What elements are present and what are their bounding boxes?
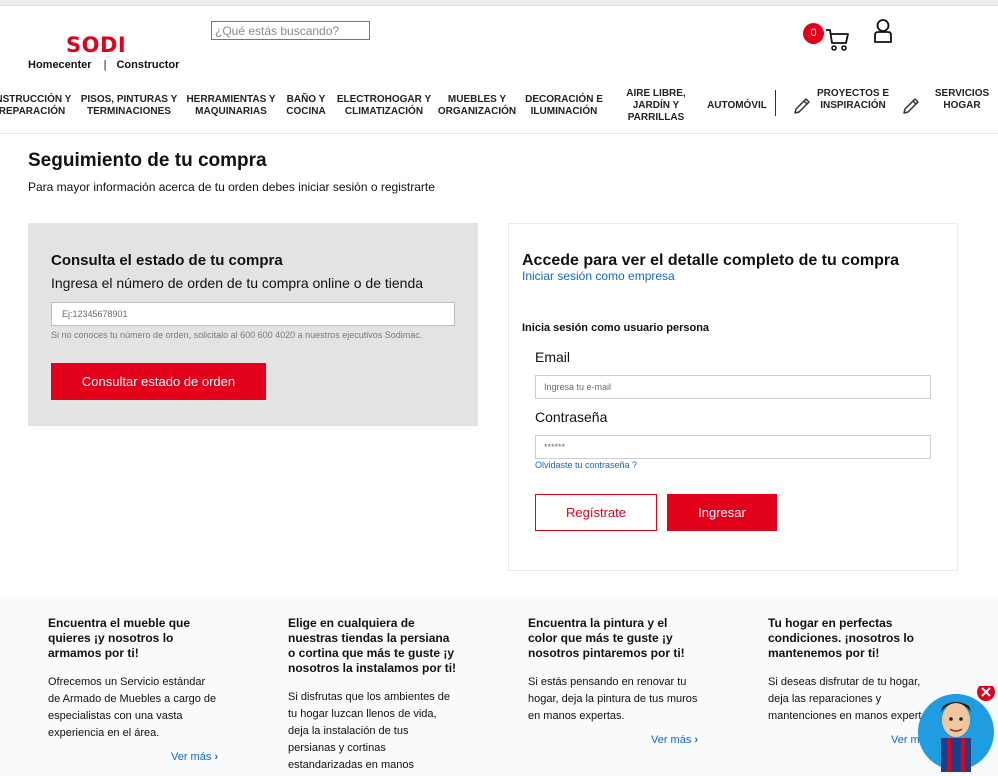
nav-item-proyectos[interactable]: PROYECTOS E INSPIRACIÓN bbox=[814, 84, 892, 116]
nav-item-muebles[interactable]: MUEBLES Y ORGANIZACIÓN bbox=[434, 84, 520, 128]
password-field[interactable] bbox=[535, 435, 931, 459]
service-title: Encuentra la pintura y el color que más … bbox=[528, 616, 685, 660]
persona-login-label: Inicia sesión como usuario persona bbox=[522, 322, 710, 334]
forgot-password-link[interactable]: Olvidaste tu contraseña ? bbox=[535, 460, 637, 470]
constructor-link[interactable]: Constructor bbox=[116, 59, 179, 71]
sodimac-logo[interactable]: SODI bbox=[66, 33, 126, 57]
service-description: Si disfrutas que los ambientes de tu hog… bbox=[288, 691, 451, 771]
login-panel-title: Accede para ver el detalle completo de t… bbox=[522, 252, 900, 269]
nav-item-aire-libre[interactable]: AIRE LIBRE, JARDÍN Y PARRILLAS bbox=[614, 84, 698, 128]
login-panel: Accede para ver el detalle completo de t… bbox=[508, 223, 958, 571]
user-account-icon[interactable] bbox=[873, 18, 893, 44]
nav-item-bano-cocina[interactable]: BAÑO Y COCINA bbox=[280, 84, 332, 128]
service-title: Encuentra el mueble que quieres ¡y nosot… bbox=[48, 616, 191, 660]
service-title: Elige en cualquiera de nuestras tiendas … bbox=[288, 616, 457, 675]
order-hint: Si no conoces tu número de orden, solici… bbox=[51, 330, 423, 340]
register-button[interactable]: Regístrate bbox=[535, 494, 657, 531]
company-login-link[interactable]: Iniciar sesión como empresa bbox=[522, 269, 675, 283]
cart-button[interactable]: 0 bbox=[803, 22, 853, 52]
service-title: Tu hogar en perfectas condiciones. ¡noso… bbox=[768, 616, 915, 660]
nav-item-servicios[interactable]: SERVICIOS HOGAR bbox=[926, 84, 998, 116]
service-description: Si estás pensando en renovar tu hogar, d… bbox=[528, 676, 698, 722]
order-status-panel: Consulta el estado de tu compra Ingresa … bbox=[28, 223, 478, 426]
nav-item-decoracion[interactable]: DECORACIÓN E ILUMINACIÓN bbox=[522, 84, 606, 128]
page-subtitle: Para mayor información acerca de tu orde… bbox=[28, 180, 435, 194]
chat-assistant-avatar[interactable] bbox=[914, 686, 998, 776]
nav-item-construccion[interactable]: INSTRUCCIÓN Y REPARACIÓN bbox=[0, 84, 74, 128]
service-more-link[interactable]: Ver más› bbox=[528, 734, 698, 746]
search-input[interactable] bbox=[211, 21, 370, 40]
service-description: Si deseas disfrutar de tu hogar, deja la… bbox=[768, 676, 937, 722]
order-panel-title: Consulta el estado de tu compra bbox=[51, 252, 283, 269]
pencil-icon bbox=[903, 98, 919, 114]
nav-item-electrohogar[interactable]: ELECTROHOGAR Y CLIMATIZACIÓN bbox=[336, 84, 432, 128]
services-section: Encuentra el mueble que quieres ¡y nosot… bbox=[0, 597, 998, 776]
category-nav: INSTRUCCIÓN Y REPARACIÓN PISOS, PINTURAS… bbox=[0, 84, 998, 134]
top-strip bbox=[0, 0, 998, 6]
chevron-right-icon: › bbox=[694, 734, 698, 746]
service-card: Encuentra la pintura y el color que más … bbox=[528, 616, 698, 746]
check-order-button[interactable]: Consultar estado de orden bbox=[51, 363, 266, 400]
brand-separator: | bbox=[103, 59, 107, 71]
order-number-input[interactable] bbox=[51, 302, 455, 326]
nav-item-pisos[interactable]: PISOS, PINTURAS Y TERMINACIONES bbox=[80, 84, 178, 128]
service-more-link[interactable]: Ver más› bbox=[48, 751, 218, 763]
service-card: Encuentra el mueble que quieres ¡y nosot… bbox=[48, 616, 218, 763]
nav-item-herramientas[interactable]: HERRAMIENTAS Y MAQUINARIAS bbox=[184, 84, 278, 128]
pencil-icon bbox=[794, 98, 810, 114]
login-button[interactable]: Ingresar bbox=[667, 494, 777, 531]
brand-links: Homecenter | Constructor bbox=[28, 59, 179, 71]
service-card: Tu hogar en perfectas condiciones. ¡noso… bbox=[768, 616, 938, 746]
email-field[interactable] bbox=[535, 375, 931, 399]
close-icon bbox=[977, 686, 995, 701]
page-title: Seguimiento de tu compra bbox=[28, 150, 267, 171]
service-more-link[interactable]: Ver más› bbox=[768, 734, 938, 746]
password-label: Contraseña bbox=[535, 409, 608, 425]
nav-item-automovil[interactable]: AUTOMÓVIL bbox=[702, 84, 772, 128]
chevron-right-icon: › bbox=[214, 751, 218, 763]
email-label: Email bbox=[535, 349, 571, 365]
homecenter-link[interactable]: Homecenter bbox=[28, 59, 92, 71]
service-card: Elige en cualquiera de nuestras tiendas … bbox=[288, 616, 458, 774]
service-description: Ofrecemos un Servicio estándar de Armado… bbox=[48, 676, 217, 739]
cart-icon bbox=[826, 29, 849, 51]
cart-count-badge: 0 bbox=[803, 23, 824, 44]
nav-divider bbox=[775, 90, 776, 116]
order-panel-subtitle: Ingresa el número de orden de tu compra … bbox=[51, 275, 424, 291]
